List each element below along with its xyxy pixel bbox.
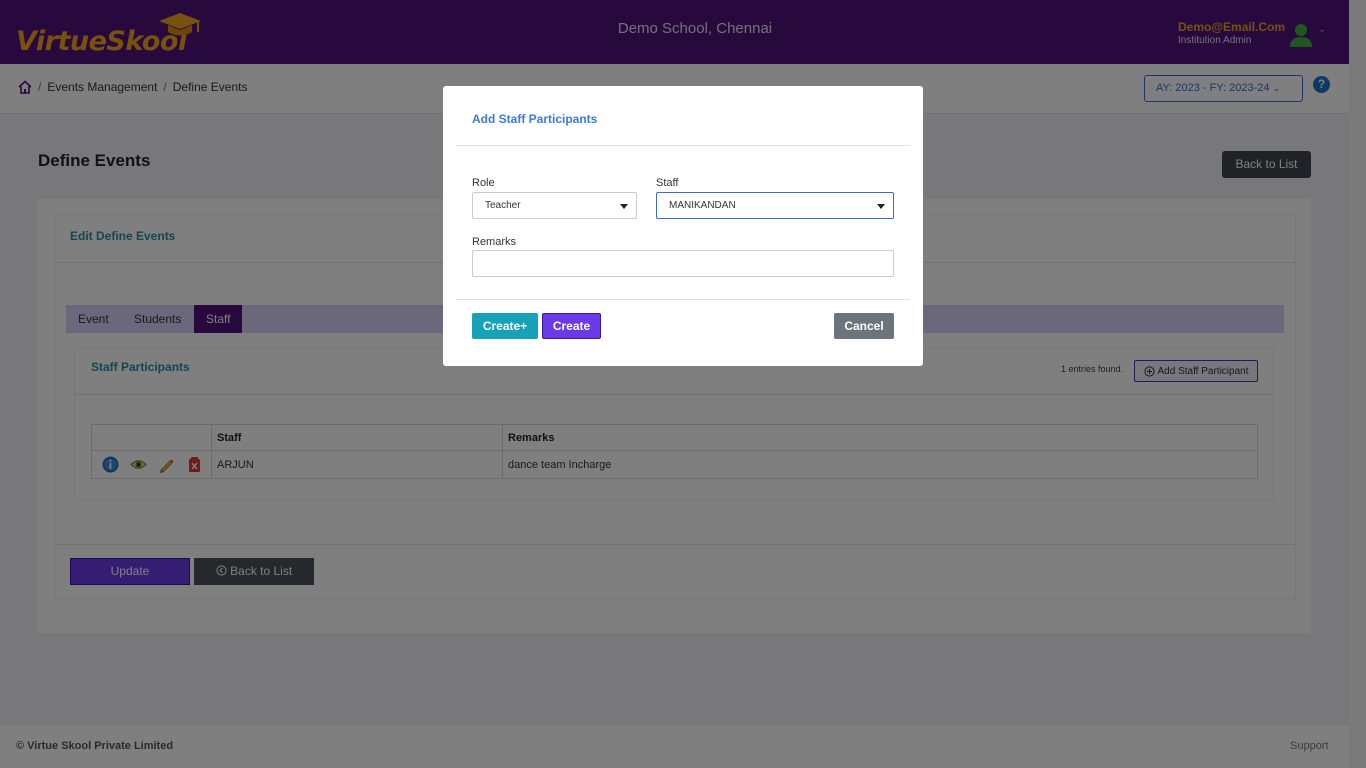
staff-label: Staff (656, 177, 679, 189)
caret-down-icon (877, 204, 885, 209)
staff-select-value: MANIKANDAN (669, 200, 736, 211)
role-label: Role (472, 177, 495, 189)
cancel-button[interactable]: Cancel (834, 313, 894, 339)
role-select[interactable]: Teacher (472, 192, 637, 219)
remarks-input[interactable] (472, 250, 894, 277)
staff-select[interactable]: MANIKANDAN (656, 192, 894, 219)
divider (456, 299, 910, 300)
remarks-label: Remarks (472, 236, 517, 248)
role-select-value: Teacher (485, 200, 521, 211)
modal-title: Add Staff Participants (472, 112, 598, 126)
divider (456, 145, 910, 146)
create-button[interactable]: Create (542, 313, 601, 339)
caret-down-icon (620, 204, 628, 209)
create-plus-button[interactable]: Create+ (472, 313, 538, 339)
